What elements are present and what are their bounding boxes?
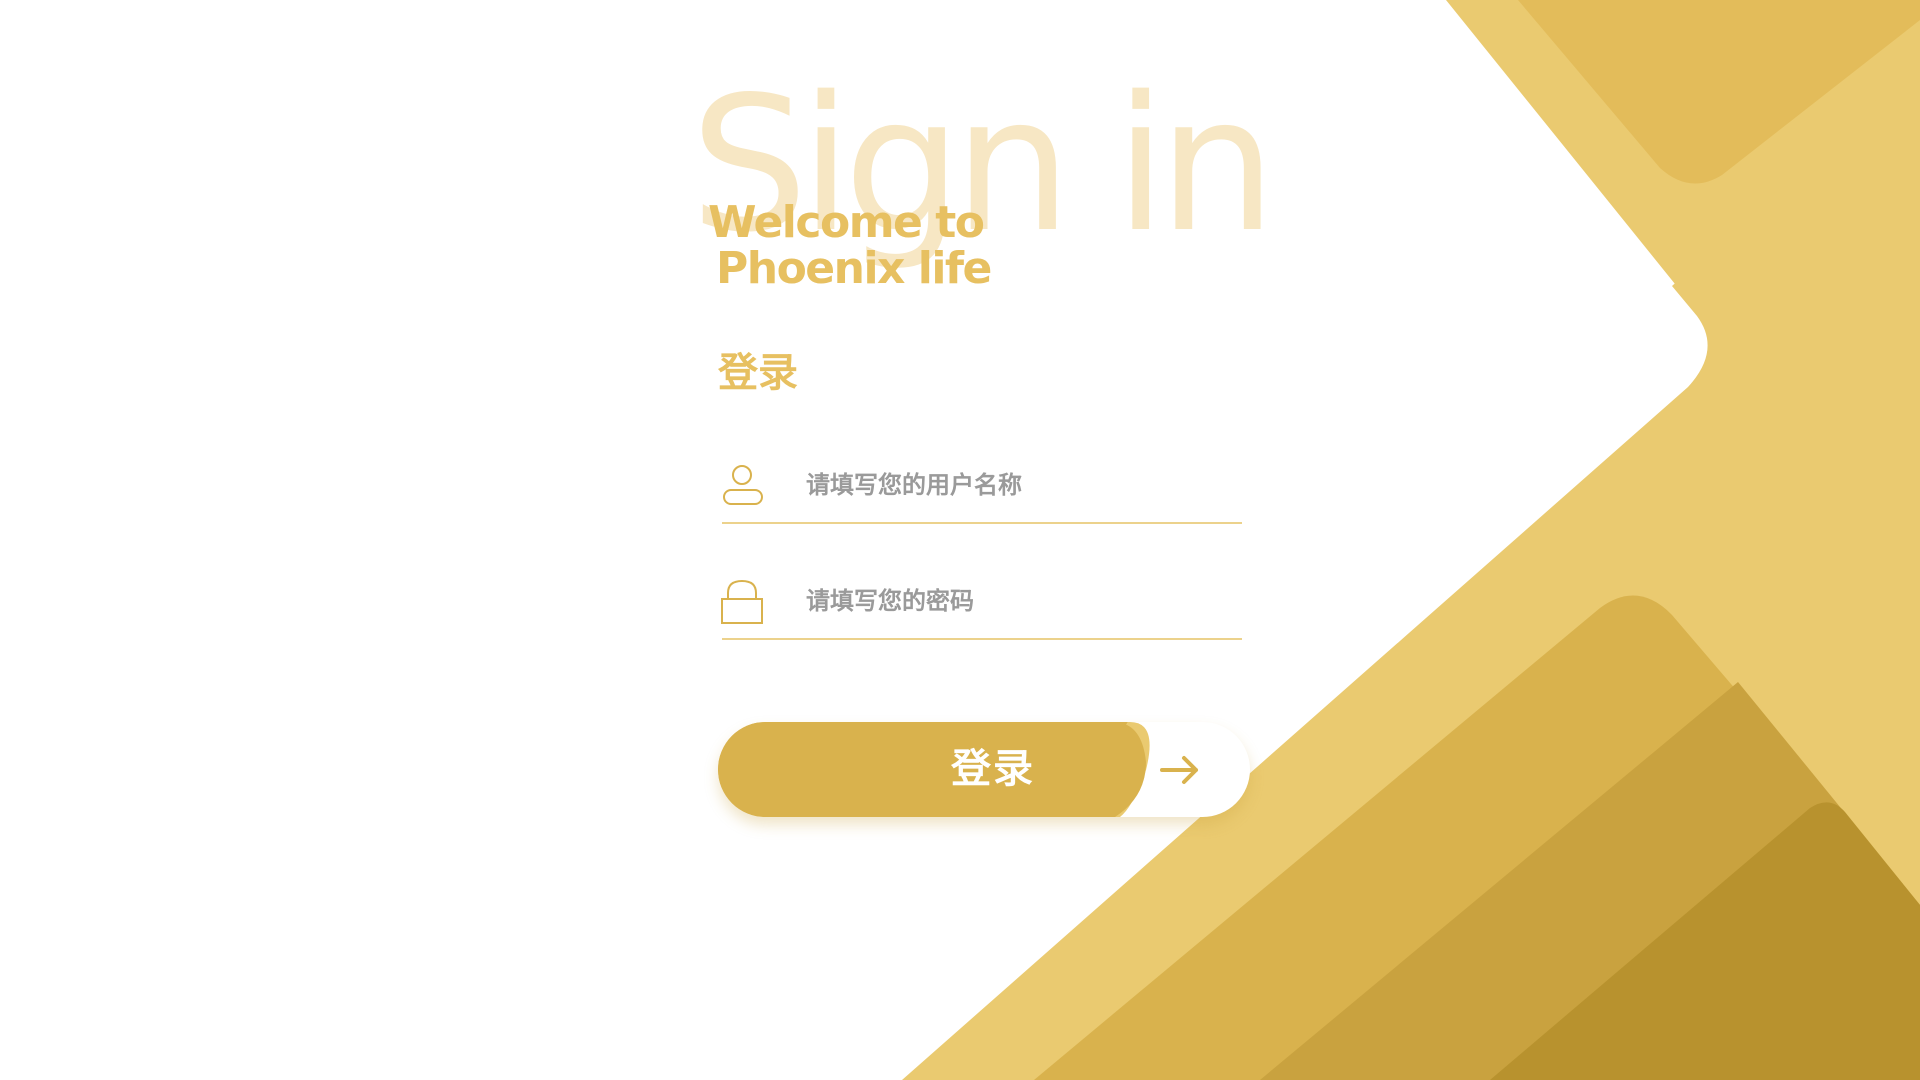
welcome-line-1: Welcome to [708, 197, 985, 248]
welcome-line-2: Phoenix life [716, 243, 992, 294]
login-heading: 登录 [718, 350, 798, 396]
login-button[interactable]: 登录 [718, 722, 1250, 817]
user-icon [720, 461, 764, 509]
login-page: Sign in Welcome to Phoenix life 登录 请填写您的… [0, 0, 1920, 1080]
arrow-right-icon [1158, 748, 1202, 792]
password-field [720, 564, 1242, 640]
lock-icon [720, 577, 764, 625]
username-input[interactable] [806, 461, 1242, 509]
welcome-text: Welcome to Phoenix life [708, 197, 992, 294]
username-field [722, 448, 1242, 524]
password-input[interactable] [806, 577, 1242, 625]
